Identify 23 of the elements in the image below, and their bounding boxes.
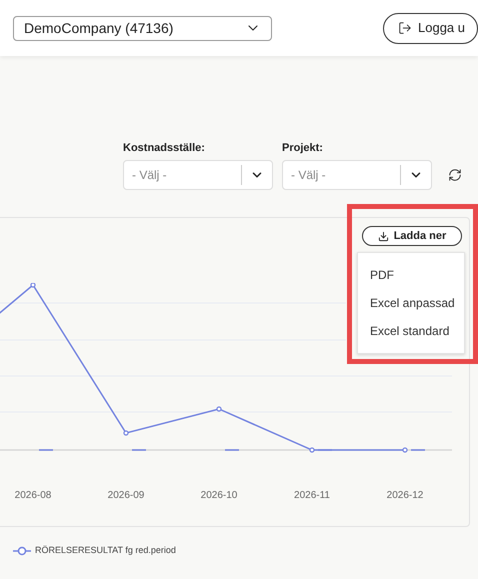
axis-label: 2026-08 — [14, 489, 52, 503]
legend-marker-icon — [13, 546, 31, 556]
company-name: DemoCompany (47136) — [24, 18, 174, 38]
axis-label: 2026-12 — [386, 489, 424, 503]
axis-label: 2026-10 — [200, 489, 238, 503]
menu-item[interactable]: Excel standard — [370, 322, 464, 340]
menu-item[interactable]: Excel anpassad — [370, 294, 464, 312]
filter-select[interactable]: - Välj - — [123, 160, 273, 190]
select-placeholder: - Välj - — [290, 166, 327, 184]
filter-select[interactable]: - Välj - — [282, 160, 432, 190]
company-select[interactable]: DemoCompany (47136) — [13, 16, 272, 40]
logout-button[interactable]: Logga u — [383, 12, 478, 44]
filter-label: Projekt: — [282, 141, 324, 156]
download-icon — [378, 230, 389, 242]
legend-label: RÖRELSERESULTAT fg red.period — [35, 544, 176, 557]
select-placeholder: - Välj - — [131, 166, 168, 184]
filter-label: Kostnadsställe: — [123, 141, 206, 156]
download-button[interactable]: Ladda ner — [362, 226, 462, 246]
refresh-icon[interactable] — [448, 168, 462, 182]
axis-label: 2026-09 — [108, 489, 144, 503]
axis-label: 2026-11 — [294, 489, 330, 503]
menu-item[interactable]: PDF — [370, 266, 464, 284]
logout-icon — [398, 21, 412, 35]
